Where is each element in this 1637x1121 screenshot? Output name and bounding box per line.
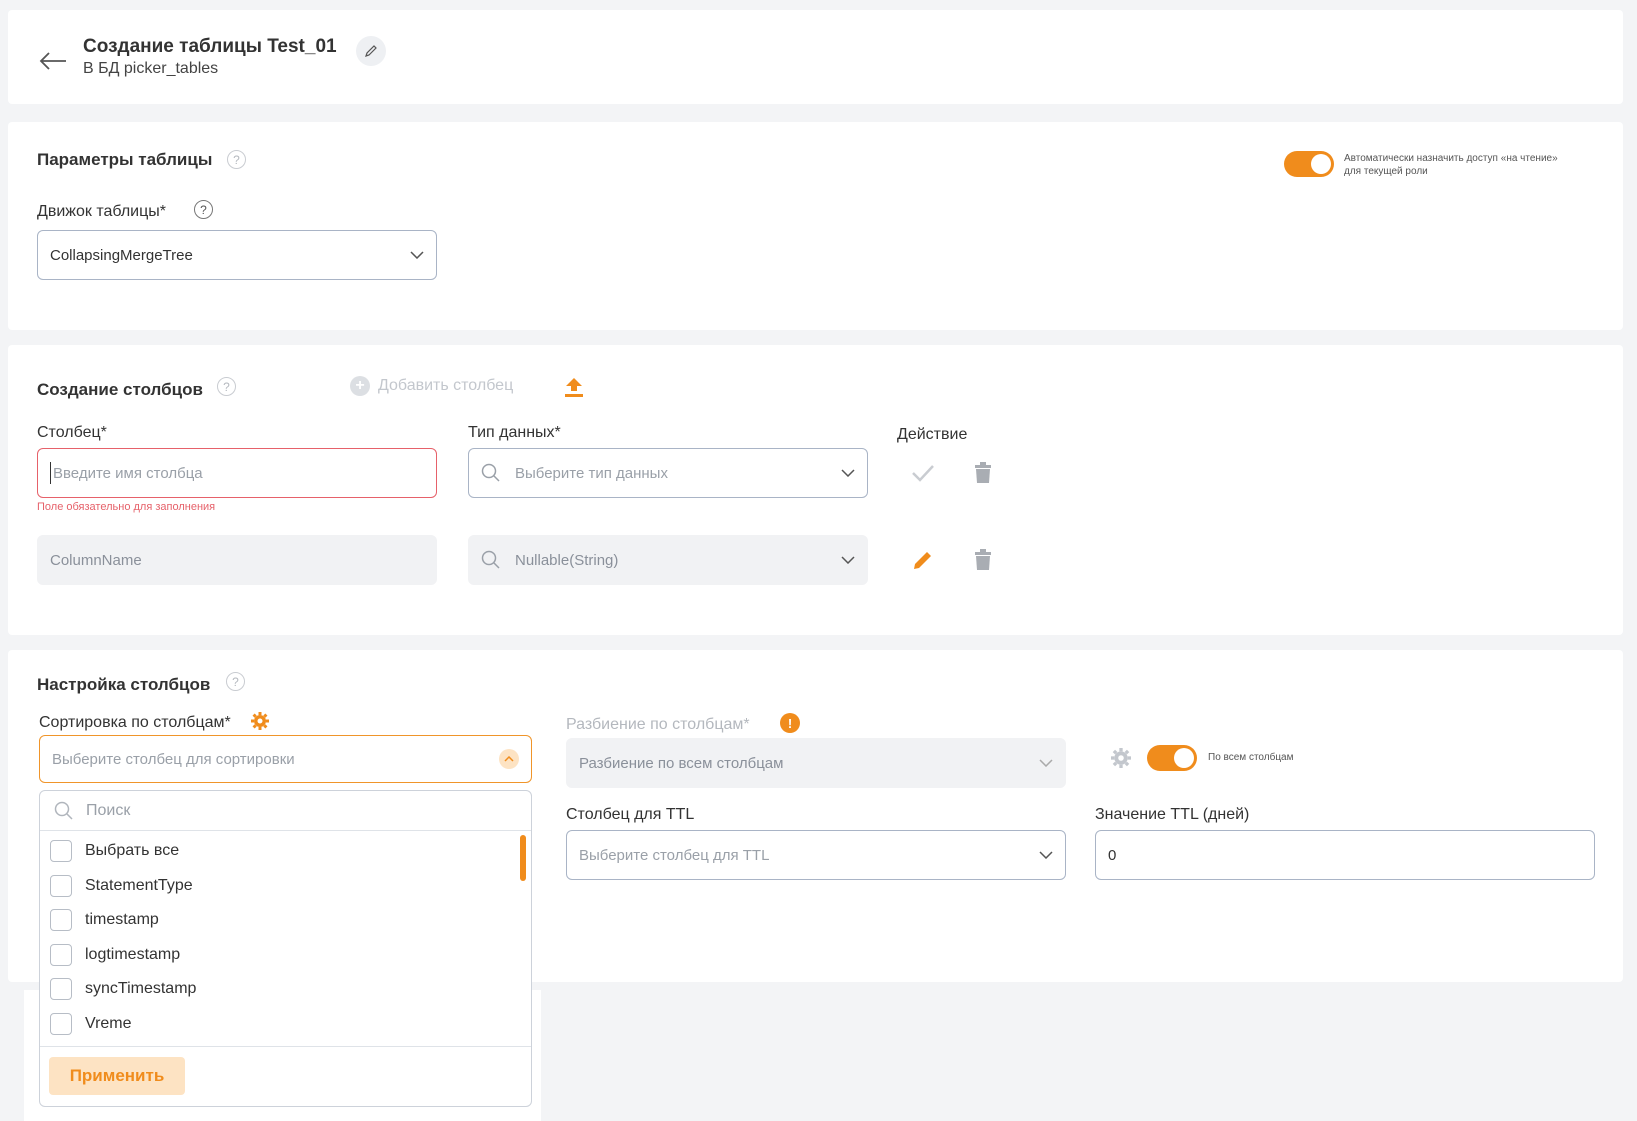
delete-button[interactable] [968, 458, 998, 488]
confirm-button[interactable] [908, 458, 938, 488]
page-subtitle: В БД picker_tables [83, 60, 219, 77]
all-columns-toggle[interactable] [1147, 745, 1197, 771]
dropdown-search-input[interactable]: Поиск [40, 791, 531, 831]
help-icon[interactable]: ? [194, 200, 213, 219]
columns-title: Создание столбцов [37, 380, 203, 399]
chevron-down-icon [841, 469, 855, 477]
engine-label: Движок таблицы* [37, 203, 166, 220]
dropdown-list: Выбрать все StatementType timestamp logt… [40, 831, 531, 1041]
ttl-column-select[interactable]: Выберите столбец для TTL [566, 830, 1066, 880]
apply-button[interactable]: Применить [49, 1057, 185, 1095]
plus-icon: + [350, 376, 370, 396]
search-icon [481, 550, 501, 570]
edit-title-button[interactable] [356, 36, 386, 66]
column-name-field: ColumnName [37, 535, 437, 585]
engine-value: CollapsingMergeTree [50, 246, 193, 264]
table-params-section: Параметры таблицы ? Автоматически назнач… [8, 122, 1623, 330]
params-title: Параметры таблицы [37, 150, 213, 169]
data-type-select[interactable]: Выберите тип данных [468, 448, 868, 498]
engine-select[interactable]: CollapsingMergeTree [37, 230, 437, 280]
list-item[interactable]: timestamp [40, 903, 531, 938]
all-columns-label: По всем столбцам [1208, 752, 1294, 763]
checkbox[interactable] [50, 943, 72, 966]
chevron-down-icon [841, 556, 855, 564]
scrollbar[interactable] [520, 835, 526, 881]
upload-button[interactable] [560, 373, 588, 401]
sort-label: Сортировка по столбцам* [39, 714, 231, 731]
dropdown-footer: Применить [40, 1046, 531, 1106]
partition-label: Разбиение по столбцам* [566, 716, 750, 733]
checkbox[interactable] [50, 874, 72, 897]
search-icon [54, 801, 74, 821]
help-icon[interactable]: ? [226, 672, 245, 691]
columns-section: Создание столбцов ? + Добавить столбец С… [8, 345, 1623, 635]
chevron-down-icon [1039, 759, 1053, 767]
type-label: Тип данных* [468, 424, 561, 441]
upload-icon [565, 378, 583, 397]
checkbox[interactable] [50, 1012, 72, 1035]
gear-icon[interactable] [1109, 746, 1133, 770]
chevron-down-icon [1039, 851, 1053, 859]
checkbox[interactable] [50, 909, 72, 932]
ttl-value-label: Значение TTL (дней) [1095, 806, 1250, 823]
list-item[interactable]: syncTimestamp [40, 972, 531, 1007]
list-item[interactable]: StatementType [40, 869, 531, 904]
back-arrow-icon[interactable] [38, 46, 68, 76]
edit-row-button[interactable] [908, 545, 938, 575]
settings-title: Настройка столбцов [37, 675, 211, 694]
checkbox[interactable] [50, 978, 72, 1001]
list-item[interactable]: logtimestamp [40, 938, 531, 973]
auto-access-label: Автоматически назначить доступ «на чтени… [1344, 153, 1558, 177]
checkbox[interactable] [50, 840, 72, 863]
pencil-icon [914, 552, 931, 569]
check-icon [912, 465, 934, 482]
ttl-value-input[interactable]: 0 [1095, 830, 1595, 880]
column-label: Столбец* [37, 424, 107, 441]
list-item[interactable]: Vreme [40, 1007, 531, 1042]
page-title: Создание таблицы Test_01 [83, 36, 337, 57]
add-column-button[interactable]: + Добавить столбец [350, 376, 513, 396]
delete-row-button[interactable] [968, 545, 998, 575]
list-item[interactable]: Выбрать все [40, 834, 531, 869]
partition-select: Разбиение по всем столбцам [566, 738, 1066, 788]
help-icon[interactable]: ? [217, 377, 236, 396]
sort-select[interactable]: Выберите столбец для сортировки [39, 735, 532, 783]
error-message: Поле обязательно для заполнения [37, 501, 216, 513]
sort-dropdown: Поиск Выбрать все StatementType timestam… [39, 790, 532, 1107]
auto-access-toggle[interactable] [1284, 151, 1334, 177]
gear-icon[interactable] [250, 711, 270, 731]
page-header: Создание таблицы Test_01 В БД picker_tab… [8, 10, 1623, 104]
trash-icon [975, 462, 991, 483]
trash-icon [975, 549, 991, 570]
chevron-up-icon [499, 749, 519, 769]
warning-icon: ! [780, 713, 800, 733]
help-icon[interactable]: ? [227, 150, 246, 169]
column-name-input[interactable]: Введите имя столбца [37, 448, 437, 498]
search-icon [481, 463, 501, 483]
chevron-down-icon [410, 251, 424, 259]
column-type-field: Nullable(String) [468, 535, 868, 585]
ttl-column-label: Столбец для TTL [566, 806, 695, 823]
action-label: Действие [897, 426, 968, 443]
pencil-icon [365, 45, 377, 57]
